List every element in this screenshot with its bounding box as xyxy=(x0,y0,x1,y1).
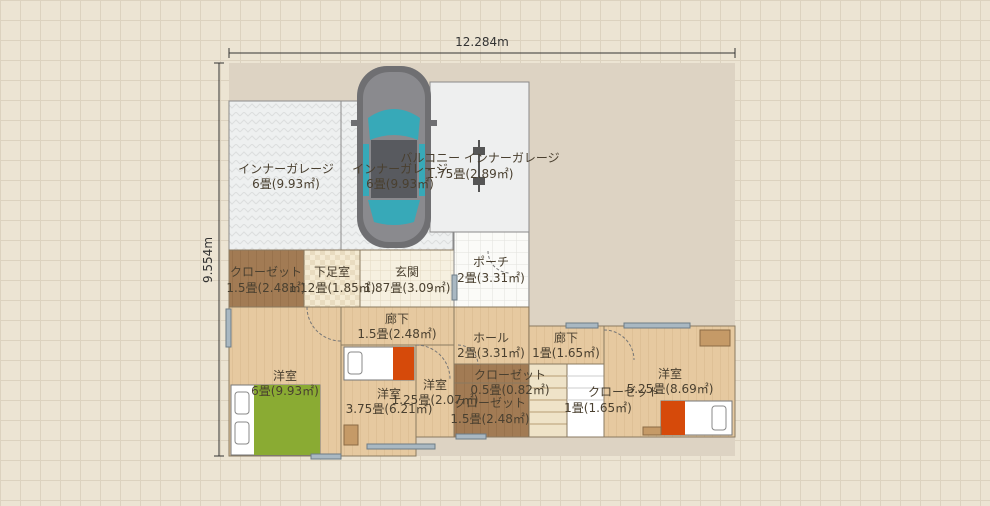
closet-bottom-label: クローゼット xyxy=(454,396,526,410)
western-right-size: 5.25畳(8.69㎡) xyxy=(627,382,714,396)
closet-top-label: クローゼット xyxy=(230,265,302,279)
porch-label: ポーチ xyxy=(473,255,509,269)
corridor-right-size: 1畳(1.65㎡) xyxy=(532,346,600,360)
bed-mid-icon xyxy=(343,346,415,381)
floor-plan: 12.284m 9.554m インナーガレージ 6畳(9.93㎡) インナーガレ… xyxy=(201,35,736,460)
entrance-size: 1.87畳(3.09㎡) xyxy=(364,281,451,295)
shoe-room-size: 1.12畳(1.85㎡) xyxy=(289,281,376,295)
height-dimension-label: 9.554m xyxy=(201,237,215,283)
porch-size: 2畳(3.31㎡) xyxy=(457,271,525,285)
porch xyxy=(453,231,530,308)
chair-right-icon xyxy=(699,329,731,347)
garage-left-size: 6畳(9.93㎡) xyxy=(252,177,320,191)
width-dimension: 12.284m xyxy=(228,35,736,58)
shoe-room-label: 下足室 xyxy=(314,264,350,279)
garage-right-size: 1.75畳(2.89㎡) xyxy=(427,167,514,181)
entrance-label: 玄関 xyxy=(395,264,419,279)
corridor-left-label: 廊下 xyxy=(385,311,409,326)
western-left-size: 6畳(9.93㎡) xyxy=(251,384,319,398)
desk-right-icon xyxy=(642,426,662,436)
closet-bottom-size: 1.5畳(2.48㎡) xyxy=(450,412,529,426)
corridor-left-size: 1.5畳(2.48㎡) xyxy=(357,327,436,341)
chair-left-icon xyxy=(343,424,359,446)
garage-left-label: インナーガレージ xyxy=(238,162,334,176)
western-left-label: 洋室 xyxy=(273,368,297,383)
height-dimension: 9.554m xyxy=(201,62,224,457)
western-right-label: 洋室 xyxy=(658,366,682,381)
garage-right-label: バルコニー インナーガレージ xyxy=(400,151,559,165)
garage-center-size: 6畳(9.93㎡) xyxy=(366,177,434,191)
corridor-right-label: 廊下 xyxy=(554,330,578,345)
closet-mid-label: クローゼット xyxy=(474,368,546,382)
hall-label: ホール xyxy=(473,331,509,345)
width-dimension-label: 12.284m xyxy=(455,35,509,49)
closet-mid-size: 0.5畳(0.82㎡) xyxy=(470,383,549,397)
closet-right-size: 1畳(1.65㎡) xyxy=(564,401,632,415)
western-small-label: 洋室 xyxy=(423,377,447,392)
bed-right-icon xyxy=(660,400,733,436)
hall-size: 2畳(3.31㎡) xyxy=(457,346,525,360)
